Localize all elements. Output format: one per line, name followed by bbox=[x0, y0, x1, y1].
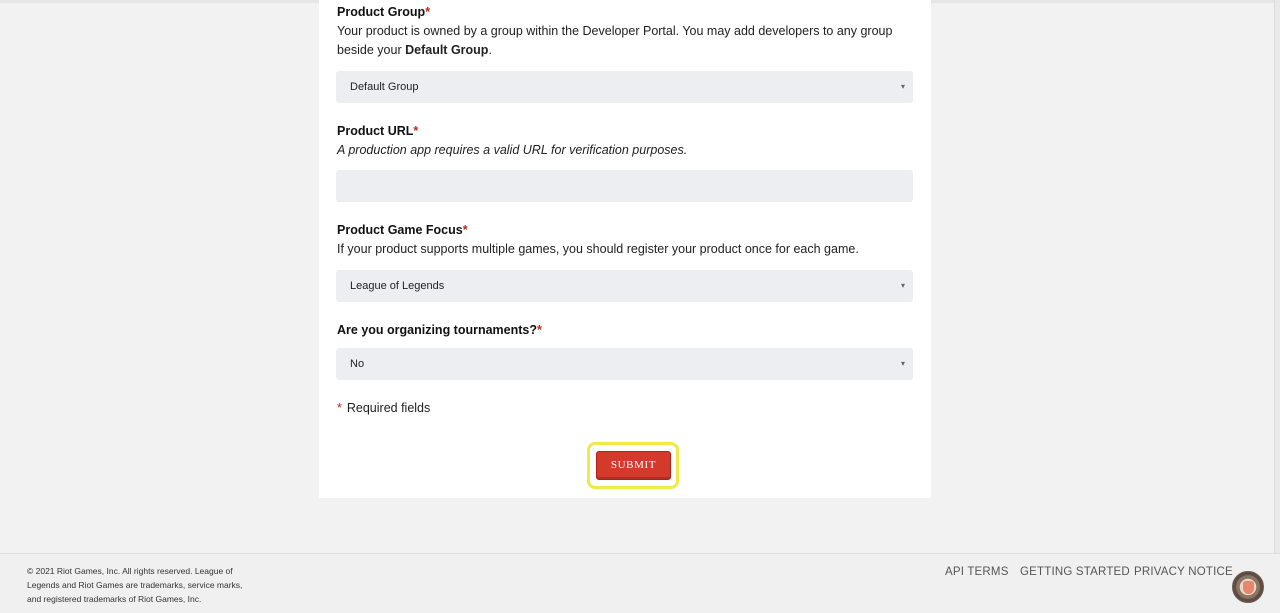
required-asterisk: * bbox=[413, 124, 419, 138]
product-url-label-text: Product URL bbox=[337, 124, 414, 138]
chevron-down-icon: ▾ bbox=[900, 82, 905, 91]
tournaments-label: Are you organizing tournaments?* bbox=[337, 323, 542, 337]
product-group-selected-value: Default Group bbox=[350, 81, 419, 93]
product-url-help-text: A production app requires a valid URL fo… bbox=[337, 143, 688, 157]
product-group-select[interactable]: Default Group ▾ bbox=[336, 71, 913, 103]
chevron-down-icon: ▾ bbox=[900, 359, 905, 368]
product-game-focus-help-text: If your product supports multiple games,… bbox=[337, 242, 859, 256]
required-asterisk: * bbox=[425, 5, 431, 19]
submit-button[interactable]: SUBMIT bbox=[596, 451, 671, 480]
product-group-label-text: Product Group bbox=[337, 5, 426, 19]
tournaments-selected-value: No bbox=[350, 358, 365, 370]
product-game-focus-select[interactable]: League of Legends ▾ bbox=[336, 270, 913, 302]
copyright-text: © 2021 Riot Games, Inc. All rights reser… bbox=[27, 566, 243, 604]
product-url-label: Product URL* bbox=[337, 124, 418, 138]
product-group-label: Product Group* bbox=[337, 5, 430, 19]
required-asterisk: * bbox=[462, 223, 468, 237]
required-fields-note: * Required fields bbox=[337, 401, 430, 415]
product-group-help: Your product is owned by a group within … bbox=[337, 22, 907, 60]
required-asterisk: * bbox=[337, 401, 342, 415]
product-game-focus-label: Product Game Focus* bbox=[337, 223, 468, 237]
product-game-focus-selected-value: League of Legends bbox=[350, 280, 445, 292]
footer-link-privacy-notice[interactable]: PRIVACY NOTICE bbox=[1134, 566, 1233, 578]
product-game-focus-help: If your product supports multiple games,… bbox=[337, 240, 907, 259]
product-url-input[interactable] bbox=[336, 170, 913, 202]
footer: © 2021 Riot Games, Inc. All rights reser… bbox=[0, 553, 1280, 613]
user-avatar-icon[interactable] bbox=[1232, 571, 1264, 603]
required-asterisk: * bbox=[537, 323, 542, 337]
tournaments-label-text: Are you organizing tournaments? bbox=[337, 323, 538, 337]
product-game-focus-label-text: Product Game Focus bbox=[337, 223, 463, 237]
footer-link-getting-started[interactable]: GETTING STARTED bbox=[1020, 566, 1130, 578]
product-group-help-end: . bbox=[488, 43, 492, 57]
chevron-down-icon: ▾ bbox=[900, 281, 905, 290]
footer-link-api-terms[interactable]: API TERMS bbox=[945, 566, 1009, 578]
scrollbar-track[interactable] bbox=[1274, 0, 1280, 553]
avatar-emblem bbox=[1243, 581, 1254, 594]
product-url-help: A production app requires a valid URL fo… bbox=[337, 141, 907, 160]
product-group-help-bold: Default Group bbox=[405, 43, 489, 57]
tournaments-select[interactable]: No ▾ bbox=[336, 348, 913, 380]
required-fields-text: Required fields bbox=[346, 401, 431, 415]
